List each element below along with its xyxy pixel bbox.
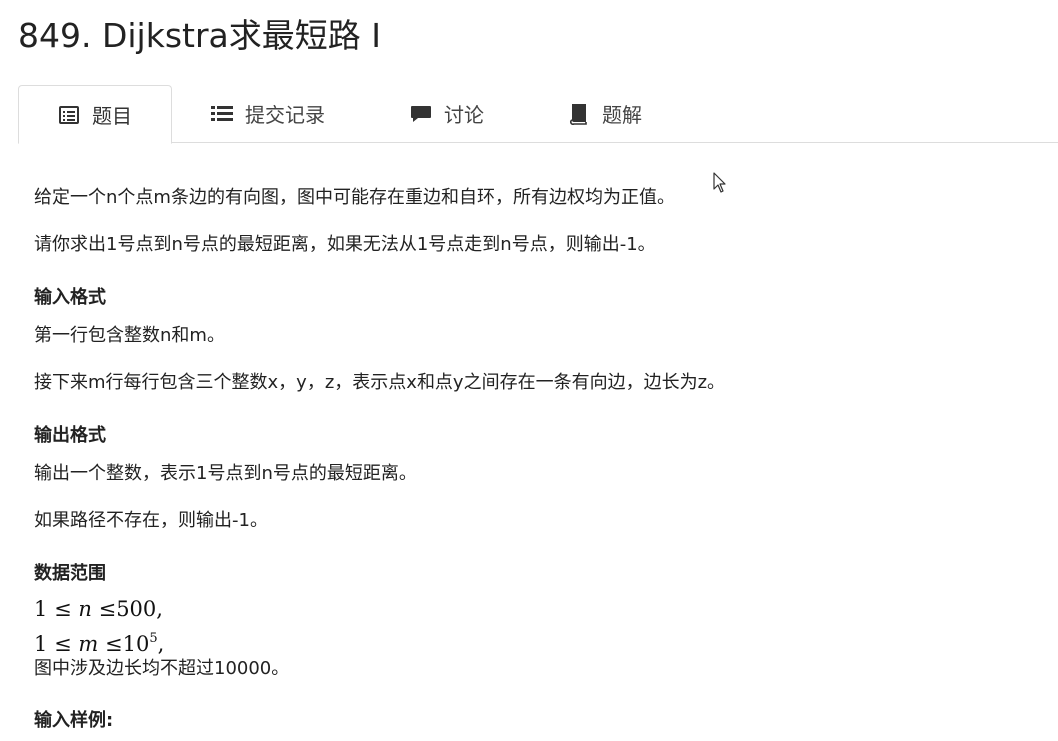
tab-submissions[interactable]: 提交记录 xyxy=(211,85,325,142)
data-range-m: 1 ≤ m ≤105, xyxy=(34,626,164,657)
tab-discussion[interactable]: 讨论 xyxy=(410,85,484,142)
list-alt-icon xyxy=(58,104,80,126)
list-icon xyxy=(211,103,233,125)
math-comma: , xyxy=(156,597,163,621)
data-range-n: 1 ≤ n ≤500, xyxy=(34,596,163,622)
tab-discussion-label: 讨论 xyxy=(444,103,484,127)
math-leq: ≤ xyxy=(98,597,117,621)
output-format-p2: 如果路径不存在，则输出-1。 xyxy=(34,510,268,531)
page-title: 849. Dijkstra求最短路 I xyxy=(18,16,381,55)
math-lhs: 1 xyxy=(34,597,48,621)
description-p2: 请你求出1号点到n号点的最短距离，如果无法从1号点走到n号点，则输出-1。 xyxy=(34,234,656,255)
input-format-p2: 接下来m行每行包含三个整数x，y，z，表示点x和点y之间存在一条有向边，边长为z… xyxy=(34,372,726,393)
tab-problem-label: 题目 xyxy=(92,104,132,128)
tab-submissions-label: 提交记录 xyxy=(245,103,325,127)
tab-bar: 题目 提交记录 讨论 题解 xyxy=(18,85,1058,144)
math-leq: ≤ xyxy=(54,632,72,656)
data-range-note: 图中涉及边长均不超过10000。 xyxy=(34,658,290,679)
math-exponent: 5 xyxy=(149,631,158,646)
math-rhs: 500 xyxy=(116,597,157,621)
math-base: 10 xyxy=(122,632,150,656)
output-format-p1: 输出一个整数，表示1号点到n号点的最短距离。 xyxy=(34,463,417,484)
description-p1: 给定一个n个点m条边的有向图，图中可能存在重边和自环，所有边权均为正值。 xyxy=(34,187,675,208)
problem-page: 849. Dijkstra求最短路 I 题目 提交记录 讨论 题解 给定一个n个… xyxy=(0,0,1058,741)
input-format-heading: 输入格式 xyxy=(34,287,106,308)
math-var-m: m xyxy=(78,632,99,656)
tab-problem[interactable]: 题目 xyxy=(18,85,172,144)
mouse-cursor-icon xyxy=(713,172,727,198)
sample-input-heading: 输入样例: xyxy=(34,710,114,731)
output-format-heading: 输出格式 xyxy=(34,425,106,446)
math-var-n: n xyxy=(78,597,92,621)
comment-icon xyxy=(410,103,432,125)
tab-solutions-label: 题解 xyxy=(602,103,642,127)
math-comma: , xyxy=(157,632,165,656)
input-format-p1: 第一行包含整数n和m。 xyxy=(34,325,225,346)
math-lhs: 1 xyxy=(34,632,48,656)
book-icon xyxy=(568,103,590,125)
data-range-heading: 数据范围 xyxy=(34,563,106,584)
math-leq: ≤ xyxy=(104,632,123,656)
tab-solutions[interactable]: 题解 xyxy=(568,85,642,142)
math-leq: ≤ xyxy=(54,597,72,621)
